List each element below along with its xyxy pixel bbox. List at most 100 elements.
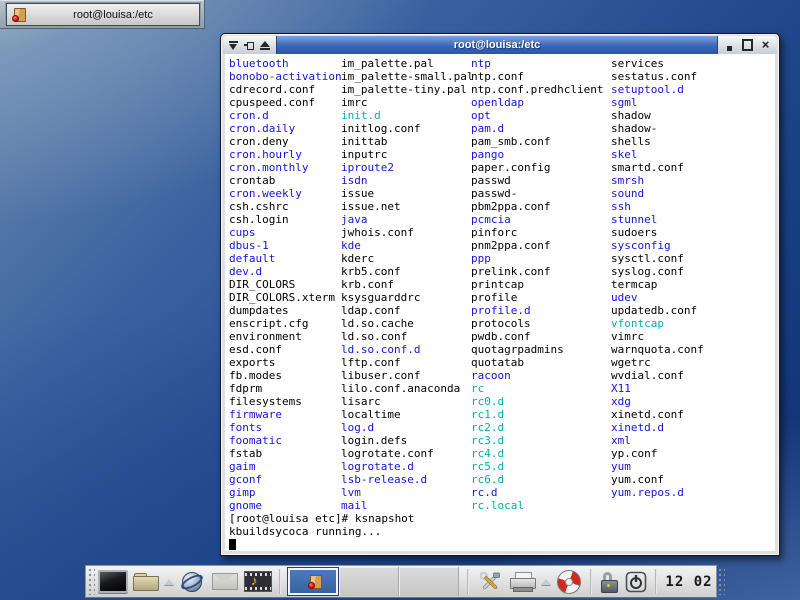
multimedia-launcher[interactable]: ♪ [243, 567, 273, 596]
panel-clock[interactable]: 12 02 [663, 574, 715, 590]
file-entry: rc6.d [471, 473, 603, 486]
file-entry: passwd- [471, 187, 603, 200]
file-entry: login.defs [341, 434, 473, 447]
file-entry: gimp [229, 486, 342, 499]
panel-handle-right[interactable] [718, 568, 725, 595]
logout-button[interactable] [623, 567, 649, 596]
shade-icon[interactable] [260, 41, 270, 50]
taskbar-empty-slot [339, 567, 399, 596]
file-entry: wgetrc [611, 356, 704, 369]
file-entry: profile [471, 291, 603, 304]
file-entry: cron.daily [229, 122, 342, 135]
terminal-content[interactable]: bluetoothbonobo-activationcdrecord.confc… [225, 54, 775, 551]
file-entry: skel [611, 148, 704, 161]
desktop-wallpaper[interactable]: root@louisa:/etc root@louisa:/etc × blue… [0, 0, 800, 600]
file-entry: yum.repos.d [611, 486, 704, 499]
file-column-4: servicessestatus.confsetuptool.dsgmlshad… [611, 57, 704, 499]
file-column-1: bluetoothbonobo-activationcdrecord.confc… [229, 57, 342, 512]
window-menu-icon[interactable] [229, 41, 238, 50]
file-entry: csh.cshrc [229, 200, 342, 213]
taskbar-active-task[interactable] [287, 567, 339, 596]
taskbar-empty-slot [399, 567, 459, 596]
file-entry: issue [341, 187, 473, 200]
file-entry: filesystems [229, 395, 342, 408]
file-entry: kderc [341, 252, 473, 265]
file-entry: sgml [611, 96, 704, 109]
file-entry: warnquota.conf [611, 343, 704, 356]
file-entry: rc3.d [471, 434, 603, 447]
file-entry: krb.conf [341, 278, 473, 291]
close-button[interactable]: × [760, 40, 771, 51]
file-entry: DIR_COLORS [229, 278, 342, 291]
launcher-arrow-icon[interactable] [164, 579, 174, 585]
file-entry: cron.deny [229, 135, 342, 148]
file-entry: lisarc [341, 395, 473, 408]
file-entry: gnome [229, 499, 342, 512]
envelope-icon [212, 573, 238, 590]
titlebar[interactable]: root@louisa:/etc × [223, 36, 777, 54]
file-entry: ntp.conf [471, 70, 603, 83]
bottom-panel: ♪ [85, 565, 717, 598]
window-title: root@louisa:/etc [276, 36, 718, 54]
file-entry: services [611, 57, 704, 70]
sticky-pin-icon[interactable] [244, 41, 254, 49]
file-entry: rc1.d [471, 408, 603, 421]
file-entry: quotatab [471, 356, 603, 369]
file-entry: inittab [341, 135, 473, 148]
konsole-icon [308, 574, 323, 589]
file-entry: vimrc [611, 330, 704, 343]
file-entry: firmware [229, 408, 342, 421]
terminal-cursor [229, 539, 236, 550]
file-entry: initlog.conf [341, 122, 473, 135]
file-entry: fstab [229, 447, 342, 460]
file-entry: termcap [611, 278, 704, 291]
system-tools-launcher[interactable] [475, 567, 505, 596]
file-entry: cron.weekly [229, 187, 342, 200]
file-entry: im_palette.pal [341, 57, 473, 70]
file-entry: ksysguarddrc [341, 291, 473, 304]
file-entry: DIR_COLORS.xterm [229, 291, 342, 304]
file-entry: pam_smb.conf [471, 135, 603, 148]
file-entry: rc5.d [471, 460, 603, 473]
launcher-arrow-icon[interactable] [541, 579, 551, 585]
lock-screen-button[interactable] [598, 567, 620, 596]
panel-separator [590, 569, 592, 594]
file-entry: pinforc [471, 226, 603, 239]
file-entry: cron.d [229, 109, 342, 122]
web-browser-launcher[interactable] [177, 567, 207, 596]
file-entry: cpuspeed.conf [229, 96, 342, 109]
file-entry: udev [611, 291, 704, 304]
file-entry: lsb-release.d [341, 473, 473, 486]
taskbar [287, 567, 461, 596]
email-launcher[interactable] [210, 567, 240, 596]
taskbar-window-button[interactable]: root@louisa:/etc [6, 3, 200, 26]
file-entry: im_palette-tiny.pal [341, 83, 473, 96]
maximize-button[interactable] [742, 40, 753, 51]
file-entry: iproute2 [341, 161, 473, 174]
file-entry: exports [229, 356, 342, 369]
file-entry: issue.net [341, 200, 473, 213]
minimize-button[interactable] [724, 40, 735, 51]
lock-icon [600, 572, 618, 592]
file-entry: ppp [471, 252, 603, 265]
panel-handle-left[interactable] [88, 568, 95, 595]
terminal-window: root@louisa:/etc × bluetoothbonobo-activ… [220, 33, 780, 556]
file-manager-launcher[interactable] [131, 567, 161, 596]
file-entry: rc4.d [471, 447, 603, 460]
printer-launcher[interactable] [508, 567, 538, 596]
file-entry: cups [229, 226, 342, 239]
file-entry: cron.monthly [229, 161, 342, 174]
file-entry: ld.so.conf.d [341, 343, 473, 356]
film-strip-icon: ♪ [244, 571, 272, 592]
file-entry: esd.conf [229, 343, 342, 356]
help-launcher[interactable] [554, 567, 584, 596]
file-entry: openldap [471, 96, 603, 109]
file-entry: mail [341, 499, 473, 512]
file-entry: sestatus.conf [611, 70, 704, 83]
file-entry: logrotate.d [341, 460, 473, 473]
terminal-launcher[interactable] [98, 567, 128, 596]
file-entry: environment [229, 330, 342, 343]
file-entry: localtime [341, 408, 473, 421]
file-entry: paper.config [471, 161, 603, 174]
lifesaver-icon [557, 570, 581, 594]
